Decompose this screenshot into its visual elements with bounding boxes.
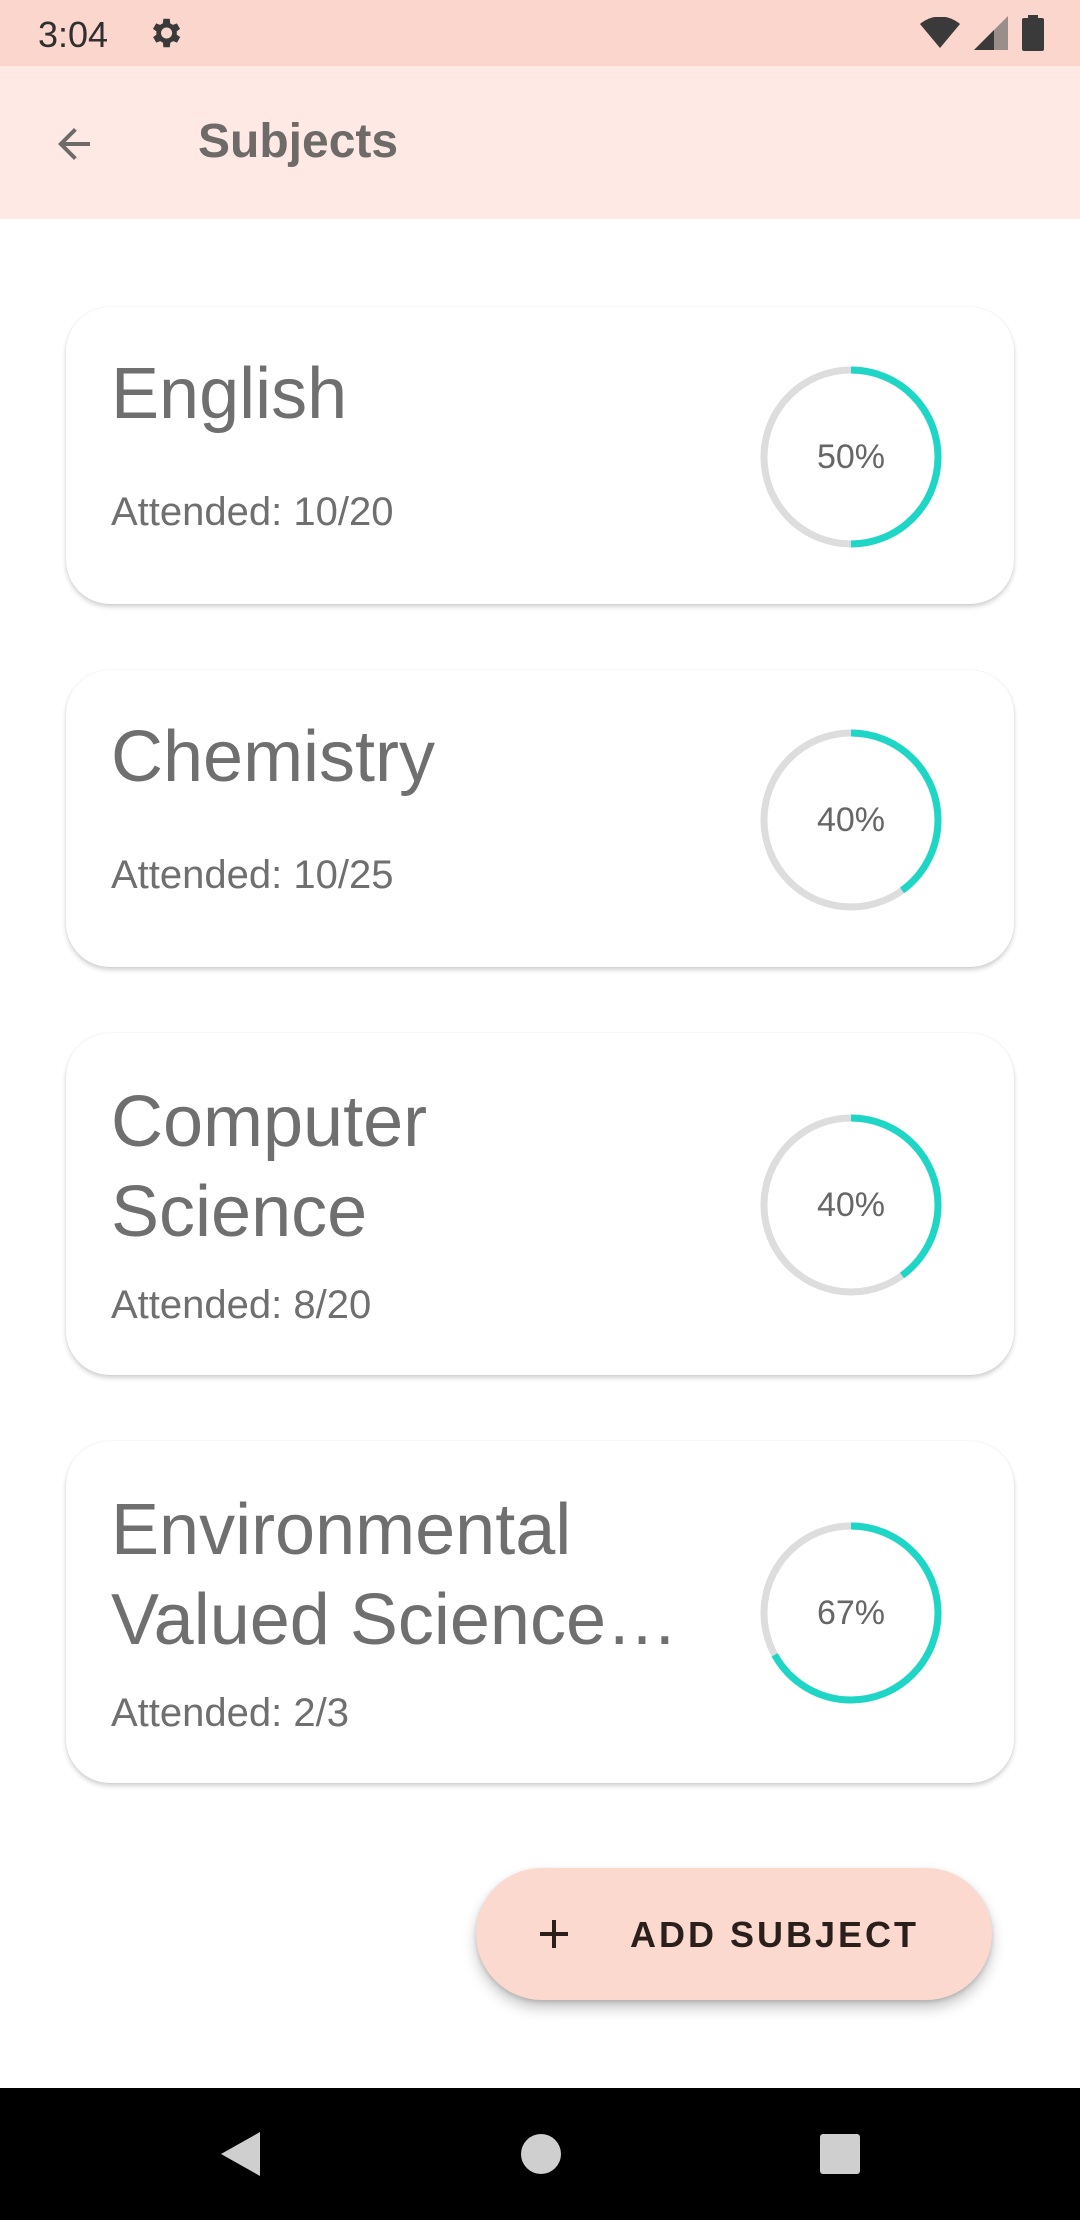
status-icons	[920, 14, 1044, 52]
attendance-progress-ring: 40%	[758, 727, 944, 913]
arrow-left-icon	[58, 128, 90, 160]
attendance-progress-ring: 50%	[758, 364, 944, 550]
subject-card-environmental[interactable]: Environmental Valued Science… Attended: …	[66, 1441, 1014, 1783]
subject-name: Environmental Valued Science…	[111, 1490, 678, 1660]
wifi-icon	[920, 17, 960, 49]
add-subject-label: ADD SUBJECT	[630, 1914, 920, 1955]
settings-gear-icon	[146, 14, 184, 52]
nav-back-button[interactable]	[212, 2126, 268, 2182]
subject-name: English	[111, 354, 348, 434]
add-subject-button[interactable]: ADD SUBJECT	[476, 1868, 992, 2000]
attendance-progress-ring: 67%	[758, 1520, 944, 1706]
attendance-percent: 50%	[816, 437, 886, 476]
plus-icon	[540, 1920, 568, 1948]
attended-count: Attended: 10/25	[111, 853, 394, 897]
nav-home-button[interactable]	[513, 2126, 569, 2182]
attended-count: Attended: 10/20	[111, 490, 394, 534]
app-bar: Subjects	[0, 66, 1080, 219]
home-circle-icon	[521, 2134, 561, 2174]
attendance-percent: 67%	[816, 1593, 886, 1632]
subject-name: Chemistry	[111, 717, 436, 797]
attendance-percent: 40%	[816, 800, 886, 839]
back-triangle-icon	[221, 2132, 260, 2176]
attendance-percent: 40%	[816, 1185, 886, 1224]
battery-icon	[1022, 15, 1044, 51]
subject-card-computer-science[interactable]: Computer Science Attended: 8/20 40%	[66, 1033, 1014, 1375]
subject-card-english[interactable]: English Attended: 10/20 50%	[66, 307, 1014, 604]
subject-card-chemistry[interactable]: Chemistry Attended: 10/25 40%	[66, 670, 1014, 967]
status-bar: 3:04	[0, 0, 1080, 66]
nav-recents-button[interactable]	[812, 2126, 868, 2182]
page-title: Subjects	[198, 115, 399, 168]
attended-count: Attended: 2/3	[111, 1691, 349, 1735]
attendance-progress-ring: 40%	[758, 1112, 944, 1298]
cell-signal-icon	[974, 16, 1008, 50]
subject-name: Computer Science	[111, 1082, 428, 1252]
recents-square-icon	[820, 2134, 860, 2174]
attended-count: Attended: 8/20	[111, 1283, 372, 1327]
system-nav-bar	[0, 2088, 1080, 2220]
back-button[interactable]	[42, 112, 106, 176]
status-time: 3:04	[38, 14, 109, 55]
